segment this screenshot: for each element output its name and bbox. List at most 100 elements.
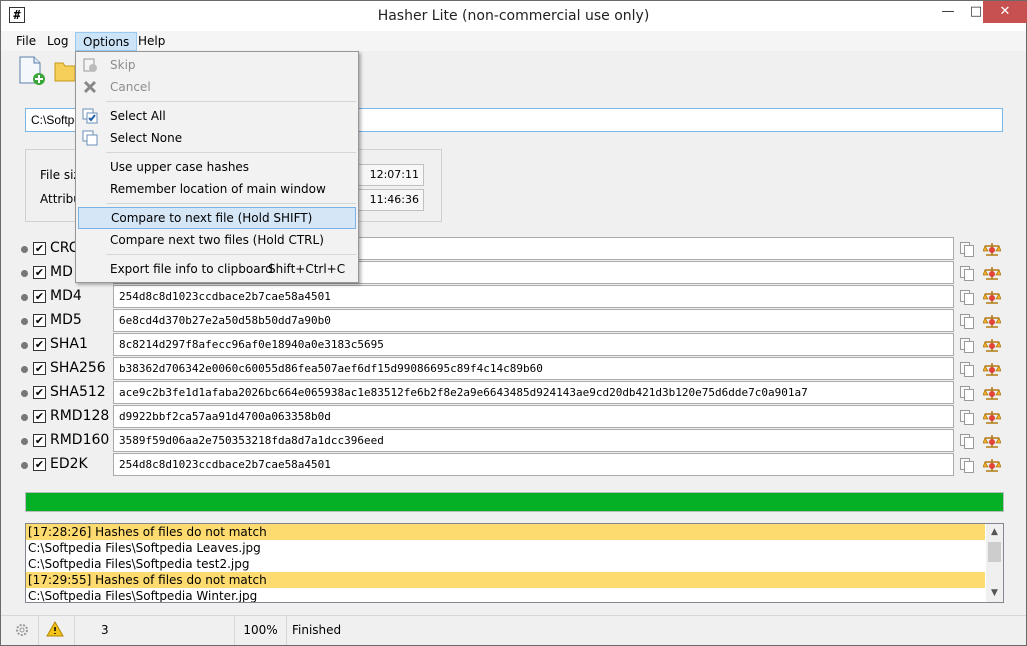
scroll-down-icon[interactable]: ▼ — [986, 585, 1003, 602]
hash-row-sha256: ✔ SHA256 b38362d706342e0060c60055d86fea507… — [1, 357, 1026, 381]
progress-bar — [25, 492, 1004, 512]
menu-options[interactable]: Options — [75, 32, 138, 51]
bullet-icon — [21, 270, 28, 277]
scroll-up-icon[interactable]: ▲ — [986, 524, 1003, 541]
log-entry[interactable]: C:\Softpedia Files\Softpedia test2.jpg — [26, 556, 985, 572]
hash-algorithm-label: SHA256 — [50, 360, 106, 376]
menu-file[interactable]: File — [9, 32, 43, 51]
copy-icon[interactable] — [959, 289, 975, 305]
created-time-field: 12:07:11 — [352, 164, 424, 186]
menu-help[interactable]: Help — [131, 32, 172, 51]
menu-select-all-label: Select All — [110, 109, 166, 123]
hash-value-field[interactable]: ace9c2b3fe1d1afaba2026bc664e065938ac1e83… — [113, 381, 954, 404]
menu-select-none[interactable]: Select None — [78, 127, 356, 149]
hash-value-field[interactable]: 254d8c8d1023ccdbace2b7cae58a4501 — [113, 285, 954, 308]
hash-checkbox[interactable]: ✔ — [33, 290, 46, 303]
hash-checkbox[interactable]: ✔ — [33, 362, 46, 375]
copy-icon[interactable] — [959, 409, 975, 425]
hash-checkbox[interactable]: ✔ — [33, 338, 46, 351]
open-folder-icon[interactable] — [53, 55, 77, 87]
menu-export-info-label: Export file info to clipboard — [110, 262, 273, 276]
compare-scale-icon[interactable] — [983, 313, 1001, 329]
copy-icon[interactable] — [959, 457, 975, 473]
compare-scale-icon[interactable] — [983, 241, 1001, 257]
warning-icon — [46, 621, 64, 637]
file-size-label: File siz — [40, 168, 80, 182]
hash-value-field[interactable]: d9922bbf2ca57aa91d4700a063358b0d — [113, 405, 954, 428]
hash-algorithm-label: MD4 — [50, 288, 82, 304]
file-count: 3 — [75, 616, 235, 645]
copy-icon[interactable] — [959, 361, 975, 377]
menu-skip[interactable]: Skip — [78, 54, 356, 76]
menu-remember-location[interactable]: Remember location of main window — [78, 178, 356, 200]
bullet-icon — [21, 246, 28, 253]
hash-row-md4: ✔ MD4 254d8c8d1023ccdbace2b7cae58a4501 — [1, 285, 1026, 309]
hash-row-md5: ✔ MD5 6e8cd4d370b27e2a50d58b50dd7a90b0 — [1, 309, 1026, 333]
copy-icon[interactable] — [959, 385, 975, 401]
copy-icon[interactable] — [959, 265, 975, 281]
hash-checkbox[interactable]: ✔ — [33, 458, 46, 471]
log-list: [17:28:26] Hashes of files do not match C… — [26, 524, 1003, 602]
title-bar[interactable]: # Hasher Lite (non-commercial use only) … — [1, 1, 1027, 31]
bullet-icon — [21, 318, 28, 325]
hash-value-field[interactable]: 8c8214d297f8afecc96af0e18940a0e3183c5695 — [113, 333, 954, 356]
menu-log[interactable]: Log — [40, 32, 75, 51]
hash-row-rmd128: ✔ RMD128 d9922bbf2ca57aa91d4700a063358b0d — [1, 405, 1026, 429]
minimize-button[interactable]: — — [933, 1, 963, 23]
log-entry[interactable]: C:\Softpedia Files\Softpedia Winter.jpg — [26, 588, 985, 602]
modified-time-field: 11:46:36 — [352, 189, 424, 211]
hash-checkbox[interactable]: ✔ — [33, 314, 46, 327]
menu-export-info[interactable]: Export file info to clipboard Shift+Ctrl… — [78, 258, 356, 280]
log-entry[interactable]: C:\Softpedia Files\Softpedia Leaves.jpg — [26, 540, 985, 556]
menu-select-all[interactable]: Select All — [78, 105, 356, 127]
hash-value-field[interactable]: b38362d706342e0060c60055d86fea507aef6df1… — [113, 357, 954, 380]
copy-icon[interactable] — [959, 433, 975, 449]
menu-compare-two[interactable]: Compare next two files (Hold CTRL) — [78, 229, 356, 251]
hash-checkbox[interactable]: ✔ — [33, 386, 46, 399]
select-all-icon — [82, 108, 98, 124]
bullet-icon — [21, 366, 28, 373]
window-title: Hasher Lite (non-commercial use only) — [377, 8, 650, 24]
hash-value-field[interactable]: 254d8c8d1023ccdbace2b7cae58a4501 — [113, 453, 954, 476]
menu-upper-case[interactable]: Use upper case hashes — [78, 156, 356, 178]
hash-checkbox[interactable]: ✔ — [33, 266, 46, 279]
settings-cell[interactable] — [1, 616, 39, 645]
compare-scale-icon[interactable] — [983, 385, 1001, 401]
hash-value-field[interactable]: 6e8cd4d370b27e2a50d58b50dd7a90b0 — [113, 309, 954, 332]
compare-scale-icon[interactable] — [983, 289, 1001, 305]
close-button[interactable]: ✕ — [983, 1, 1027, 23]
compare-scale-icon[interactable] — [983, 361, 1001, 377]
copy-icon[interactable] — [959, 337, 975, 353]
status-bar: 3 100% Finished — [1, 615, 1026, 645]
hash-value-field[interactable]: 3589f59d06aa2e750353218fda8d7a1dcc396eed — [113, 429, 954, 452]
log-scrollbar[interactable]: ▲ ▼ — [986, 524, 1003, 602]
menu-bar: File Log Options Help — [1, 31, 1026, 51]
log-entry[interactable]: [17:28:26] Hashes of files do not match — [26, 524, 985, 540]
hash-checkbox[interactable]: ✔ — [33, 434, 46, 447]
scroll-thumb[interactable] — [988, 542, 1001, 562]
compare-scale-icon[interactable] — [983, 457, 1001, 473]
copy-icon[interactable] — [959, 313, 975, 329]
hash-checkbox[interactable]: ✔ — [33, 242, 46, 255]
compare-scale-icon[interactable] — [983, 433, 1001, 449]
log-panel[interactable]: [17:28:26] Hashes of files do not match C… — [25, 523, 1004, 603]
compare-scale-icon[interactable] — [983, 265, 1001, 281]
warning-cell[interactable] — [39, 616, 75, 645]
menu-separator — [106, 254, 356, 255]
new-file-icon[interactable] — [17, 55, 47, 87]
hash-row-sha1: ✔ SHA1 8c8214d297f8afecc96af0e18940a0e3183… — [1, 333, 1026, 357]
skip-icon — [83, 58, 97, 72]
menu-separator — [106, 203, 356, 204]
copy-icon[interactable] — [959, 241, 975, 257]
compare-scale-icon[interactable] — [983, 409, 1001, 425]
log-entry[interactable]: [17:29:55] Hashes of files do not match — [26, 572, 985, 588]
hash-row-ed2k: ✔ ED2K 254d8c8d1023ccdbace2b7cae58a4501 — [1, 453, 1026, 477]
hash-algorithm-label: MD5 — [50, 312, 82, 328]
compare-scale-icon[interactable] — [983, 337, 1001, 353]
menu-compare-next[interactable]: Compare to next file (Hold SHIFT) — [78, 207, 356, 229]
menu-select-none-label: Select None — [110, 131, 183, 145]
hash-checkbox[interactable]: ✔ — [33, 410, 46, 423]
hash-algorithm-label: ED2K — [50, 456, 88, 472]
menu-cancel[interactable]: Cancel — [78, 76, 356, 98]
select-none-icon — [82, 130, 98, 146]
